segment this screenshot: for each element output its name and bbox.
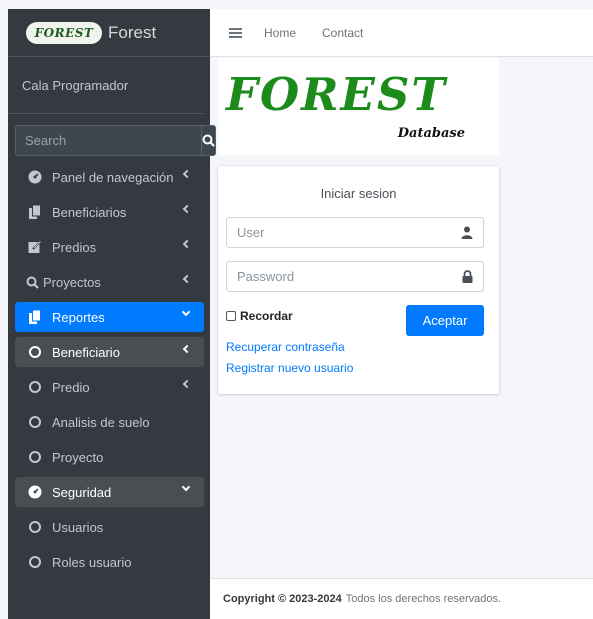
top-navbar: Home Contact [210,9,593,57]
forest-logo-panel: FOREST Database [218,58,499,155]
sidebar-item-seguridad[interactable]: Seguridad [15,477,204,507]
sidebar-nav: Panel de navegación Beneficiarios Predio… [15,162,204,582]
lock-icon [462,270,473,283]
sidebar-item-label: Usuarios [52,519,104,535]
sidebar-item-label: Predios [52,239,97,255]
chevron-down-icon [181,482,191,492]
remember-option[interactable]: Recordar [226,309,293,323]
sidebar-item-predios[interactable]: Predios [15,232,204,262]
recover-password-link[interactable]: Recuperar contraseña [226,340,345,354]
circle-icon [28,415,42,429]
user-panel[interactable]: Cala Programador [8,57,204,114]
copy-icon [28,310,42,324]
edit-icon [28,240,42,254]
submit-button[interactable]: Aceptar [406,305,484,336]
sidebar-item-beneficiarios[interactable]: Beneficiarios [15,197,204,227]
remember-label: Recordar [240,309,293,323]
register-link[interactable]: Registrar nuevo usuario [226,361,353,375]
user-field [226,217,484,248]
sidebar-item-proyectos[interactable]: Proyectos [15,267,204,297]
sidebar-item-roles[interactable]: Roles usuario [15,547,204,577]
chevron-left-icon [182,379,192,389]
chevron-left-icon [182,169,192,179]
search-input[interactable] [15,125,201,156]
menu-toggle-icon[interactable] [229,27,242,38]
search-icon [25,275,39,289]
logo-subtitle: Database [397,126,465,141]
search-button[interactable] [201,125,216,156]
login-title: Iniciar sesion [320,186,397,201]
sidebar-item-usuarios[interactable]: Usuarios [15,512,204,542]
sidebar-item-label: Seguridad [52,484,112,500]
brand-link[interactable]: FOREST Forest [8,9,210,57]
nav-link-contact[interactable]: Contact [322,26,363,40]
circle-icon [28,450,42,464]
dashboard-icon [28,170,42,184]
footer-copyright: Copyright © 2023-2024 [223,593,342,605]
sidebar-item-label: Roles usuario [52,554,132,570]
chevron-left-icon [182,239,192,249]
sidebar-item-panel[interactable]: Panel de navegación [15,162,204,192]
circle-icon [28,345,42,359]
chevron-left-icon [182,344,192,354]
sidebar-item-predio[interactable]: Predio [15,372,204,402]
copy-icon [28,205,42,219]
brand-logo: FOREST [26,21,102,44]
sidebar-item-proyecto[interactable]: Proyecto [15,442,204,472]
sidebar-item-label: Predio [52,379,90,395]
user-input[interactable] [237,225,437,240]
sidebar-search [15,125,216,156]
login-card: Iniciar sesion Recordar Aceptar Recupera… [218,166,499,394]
brand-title: Forest [108,22,157,42]
password-field [226,261,484,292]
sidebar-item-analisis[interactable]: Analisis de suelo [15,407,204,437]
circle-icon [28,520,42,534]
sidebar-item-label: Proyectos [43,274,101,290]
sidebar-item-label: Reportes [52,309,105,325]
footer: Copyright © 2023-2024 Todos los derechos… [210,578,593,619]
chevron-left-icon [182,204,192,214]
sidebar-item-label: Beneficiarios [52,204,127,220]
sidebar-item-beneficiario[interactable]: Beneficiario [15,337,204,367]
sidebar-item-label: Proyecto [52,449,104,465]
sidebar-item-label: Beneficiario [52,344,120,360]
circle-icon [28,380,42,394]
circle-icon [28,555,42,569]
logo-title: FOREST [226,68,447,121]
search-icon [202,134,215,147]
dashboard-icon [28,485,42,499]
sidebar: FOREST Forest Cala Programador Panel de … [8,9,216,619]
password-input[interactable] [237,269,437,284]
remember-checkbox[interactable] [226,311,236,321]
chevron-down-icon [181,307,191,317]
sidebar-item-reportes[interactable]: Reportes [15,302,204,332]
user-name[interactable]: Cala Programador [22,78,128,93]
nav-link-home[interactable]: Home [264,26,296,40]
sidebar-item-label: Panel de navegación [52,169,174,185]
sidebar-item-label: Analisis de suelo [52,414,150,430]
chevron-left-icon [182,274,192,284]
footer-rights: Todos los derechos reservados. [345,593,502,605]
user-icon [461,226,473,239]
